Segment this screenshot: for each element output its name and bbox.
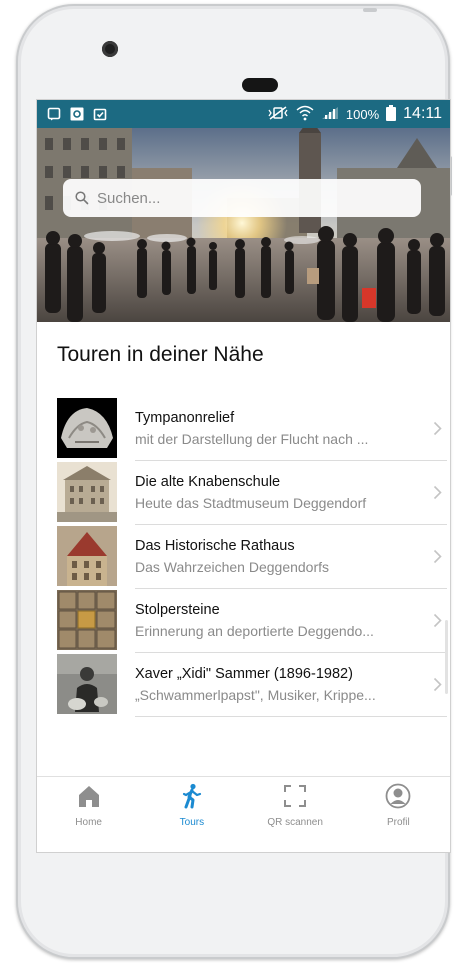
status-time: 14:11 bbox=[403, 105, 442, 122]
tour-title: Das Historische Rathaus bbox=[135, 537, 295, 554]
hero-image bbox=[37, 128, 450, 322]
profile-icon bbox=[385, 783, 411, 814]
bottom-safe-area bbox=[37, 832, 450, 852]
clipboard-icon bbox=[93, 107, 107, 121]
row-divider bbox=[135, 716, 447, 717]
tour-item-stolpersteine[interactable]: Stolpersteine Erinnerung an deportierte … bbox=[57, 588, 447, 653]
chevron-right-icon bbox=[427, 677, 447, 692]
chevron-right-icon bbox=[427, 421, 447, 436]
tour-thumbnail bbox=[57, 398, 117, 458]
tour-item-tympanonrelief[interactable]: Tympanonrelief mit der Darstellung der F… bbox=[57, 396, 447, 461]
search-bar[interactable] bbox=[63, 179, 421, 217]
signal-icon bbox=[321, 106, 339, 123]
tour-subtitle: Das Wahrzeichen Deggendorfs bbox=[135, 558, 330, 575]
home-icon bbox=[76, 783, 102, 814]
battery-percentage: 100% bbox=[345, 106, 380, 122]
chevron-right-icon bbox=[427, 485, 447, 500]
search-input[interactable] bbox=[95, 188, 399, 208]
tour-thumbnail bbox=[57, 526, 117, 586]
walking-person-icon bbox=[179, 783, 205, 814]
tour-subtitle: mit der Darstellung der Flucht nach ... bbox=[135, 430, 369, 447]
tab-label: QR scannen bbox=[267, 817, 323, 828]
tour-title: Xaver „Xidi" Sammer (1896-1982) bbox=[135, 665, 353, 682]
tour-thumbnail bbox=[57, 462, 117, 522]
earpiece-speaker bbox=[242, 78, 278, 92]
tour-item-rathaus[interactable]: Das Historische Rathaus Das Wahrzeichen … bbox=[57, 524, 447, 589]
wifi-icon bbox=[296, 105, 314, 124]
search-icon bbox=[75, 191, 89, 205]
tour-item-knabenschule[interactable]: Die alte Knabenschule Heute das Stadtmus… bbox=[57, 460, 447, 525]
tab-label: Tours bbox=[179, 817, 205, 828]
tour-title: Stolpersteine bbox=[135, 601, 220, 618]
tour-item-xaver-sammer[interactable]: Xaver „Xidi" Sammer (1896-1982) „Schwamm… bbox=[57, 652, 447, 717]
tab-label: Home bbox=[75, 817, 102, 828]
tour-title: Tympanonrelief bbox=[135, 409, 235, 426]
tour-subtitle: „Schwammerlpapst", Musiker, Krippe... bbox=[135, 686, 376, 703]
chevron-right-icon bbox=[427, 549, 447, 564]
tour-subtitle: Heute das Stadtmuseum Deggendorf bbox=[135, 494, 367, 511]
qr-scan-icon bbox=[282, 783, 308, 814]
bottom-tab-bar: Home Tours QR scannen Profil bbox=[37, 776, 450, 833]
tour-title: Die alte Knabenschule bbox=[135, 473, 281, 490]
battery-icon bbox=[386, 104, 397, 124]
phone-top-button bbox=[363, 8, 377, 12]
notification-screen-icon bbox=[47, 107, 61, 121]
list-scrollbar[interactable] bbox=[445, 620, 448, 694]
tour-thumbnail bbox=[57, 654, 117, 714]
tab-home[interactable]: Home bbox=[37, 777, 140, 833]
section-title: Touren in deiner Nähe bbox=[57, 343, 264, 366]
app-notification-icon bbox=[70, 107, 84, 121]
tour-subtitle: Erinnerung an deportierte Deggendo... bbox=[135, 622, 374, 639]
tour-thumbnail bbox=[57, 590, 117, 650]
front-camera bbox=[102, 41, 118, 57]
tab-label: Profil bbox=[386, 817, 410, 828]
chevron-right-icon bbox=[427, 613, 447, 628]
tour-list: Tympanonrelief mit der Darstellung der F… bbox=[57, 396, 447, 717]
tab-qr-scan[interactable]: QR scannen bbox=[244, 777, 347, 833]
tab-profile[interactable]: Profil bbox=[347, 777, 450, 833]
status-bar: 100% 14:11 bbox=[37, 100, 450, 128]
city-square-photo bbox=[37, 128, 450, 322]
app-screen: 100% 14:11 Suchen... Touren in deiner Nä… bbox=[36, 99, 451, 853]
mute-vibrate-icon bbox=[267, 105, 289, 123]
tab-tours[interactable]: Tours bbox=[140, 777, 243, 833]
